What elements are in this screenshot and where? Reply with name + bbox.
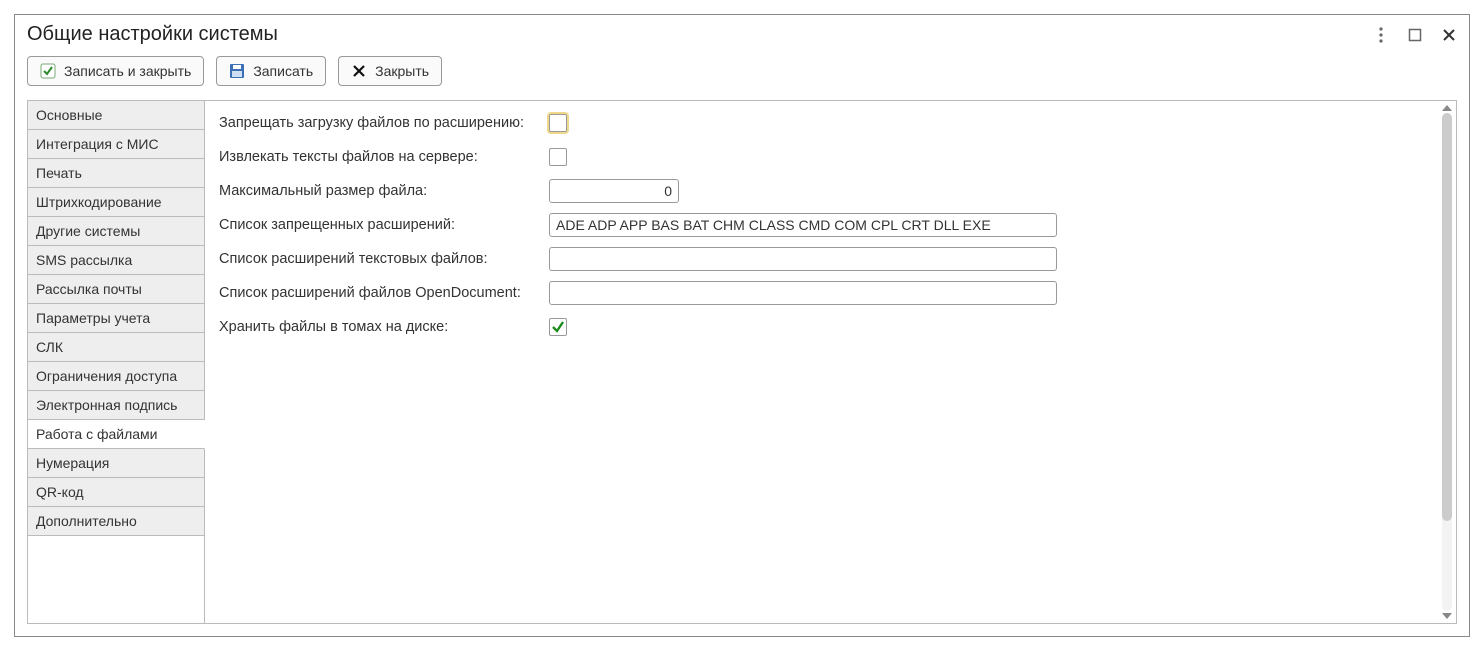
toolbar: Записать и закрыть Записать Закрыть: [15, 52, 1469, 100]
row-od-ext: Список расширений файлов OpenDocument:: [219, 281, 1442, 305]
input-text-ext[interactable]: [549, 247, 1057, 271]
tab-barcoding[interactable]: Штрихкодирование: [28, 188, 205, 217]
page-title: Общие настройки системы: [27, 23, 278, 46]
kebab-menu-icon[interactable]: [1373, 27, 1389, 43]
checkbox-extract-text[interactable]: [549, 148, 567, 166]
row-forbid-upload: Запрещать загрузку файлов по расширению:: [219, 111, 1442, 135]
tab-numbering[interactable]: Нумерация: [28, 449, 205, 478]
scrollbar[interactable]: [1440, 105, 1454, 619]
save-button[interactable]: Записать: [216, 56, 326, 86]
row-max-size: Максимальный размер файла:: [219, 179, 1442, 203]
scroll-down-icon[interactable]: [1442, 613, 1452, 619]
window-controls: [1373, 27, 1457, 43]
tab-filler: [28, 536, 205, 623]
tab-esign[interactable]: Электронная подпись: [28, 391, 205, 420]
tab-access-restrictions[interactable]: Ограничения доступа: [28, 362, 205, 391]
close-icon: [351, 63, 367, 79]
input-forbidden-ext[interactable]: [549, 213, 1057, 237]
tab-additional[interactable]: Дополнительно: [28, 507, 205, 536]
tab-other-systems[interactable]: Другие системы: [28, 217, 205, 246]
label-text-ext: Список расширений текстовых файлов:: [219, 251, 549, 267]
tab-mail[interactable]: Рассылка почты: [28, 275, 205, 304]
tab-mis-integration[interactable]: Интеграция с МИС: [28, 130, 205, 159]
floppy-icon: [229, 63, 245, 79]
tab-files[interactable]: Работа с файлами: [28, 420, 205, 449]
settings-window: Общие настройки системы Записать и закры…: [14, 14, 1470, 637]
scroll-track[interactable]: [1442, 113, 1452, 611]
row-text-ext: Список расширений текстовых файлов:: [219, 247, 1442, 271]
label-od-ext: Список расширений файлов OpenDocument:: [219, 285, 549, 301]
tabs-sidebar: Основные Интеграция с МИС Печать Штрихко…: [27, 100, 205, 624]
input-max-size[interactable]: [549, 179, 679, 203]
label-store-volumes: Хранить файлы в томах на диске:: [219, 319, 549, 335]
input-od-ext[interactable]: [549, 281, 1057, 305]
titlebar: Общие настройки системы: [15, 15, 1469, 52]
label-forbid-upload: Запрещать загрузку файлов по расширению:: [219, 115, 549, 131]
tab-accounting-params[interactable]: Параметры учета: [28, 304, 205, 333]
row-store-volumes: Хранить файлы в томах на диске:: [219, 315, 1442, 339]
tab-qr[interactable]: QR-код: [28, 478, 205, 507]
tab-print[interactable]: Печать: [28, 159, 205, 188]
scroll-thumb[interactable]: [1442, 113, 1452, 521]
close-button[interactable]: Закрыть: [338, 56, 442, 86]
tab-main[interactable]: Основные: [28, 101, 205, 130]
maximize-icon[interactable]: [1407, 27, 1423, 43]
row-extract-text: Извлекать тексты файлов на сервере:: [219, 145, 1442, 169]
tab-slk[interactable]: СЛК: [28, 333, 205, 362]
scroll-up-icon[interactable]: [1442, 105, 1452, 111]
label-extract-text: Извлекать тексты файлов на сервере:: [219, 149, 549, 165]
save-close-icon: [40, 63, 56, 79]
label-forbidden-ext: Список запрещенных расширений:: [219, 217, 549, 233]
save-and-close-button[interactable]: Записать и закрыть: [27, 56, 204, 86]
tab-sms[interactable]: SMS рассылка: [28, 246, 205, 275]
save-close-label: Записать и закрыть: [64, 63, 191, 79]
tab-content: Запрещать загрузку файлов по расширению:…: [205, 100, 1457, 624]
checkbox-forbid-upload[interactable]: [549, 114, 567, 132]
close-label: Закрыть: [375, 63, 429, 79]
body: Основные Интеграция с МИС Печать Штрихко…: [15, 100, 1469, 636]
save-label: Записать: [253, 63, 313, 79]
checkbox-store-volumes[interactable]: [549, 318, 567, 336]
close-window-icon[interactable]: [1441, 27, 1457, 43]
row-forbidden-ext: Список запрещенных расширений:: [219, 213, 1442, 237]
label-max-size: Максимальный размер файла:: [219, 183, 549, 199]
